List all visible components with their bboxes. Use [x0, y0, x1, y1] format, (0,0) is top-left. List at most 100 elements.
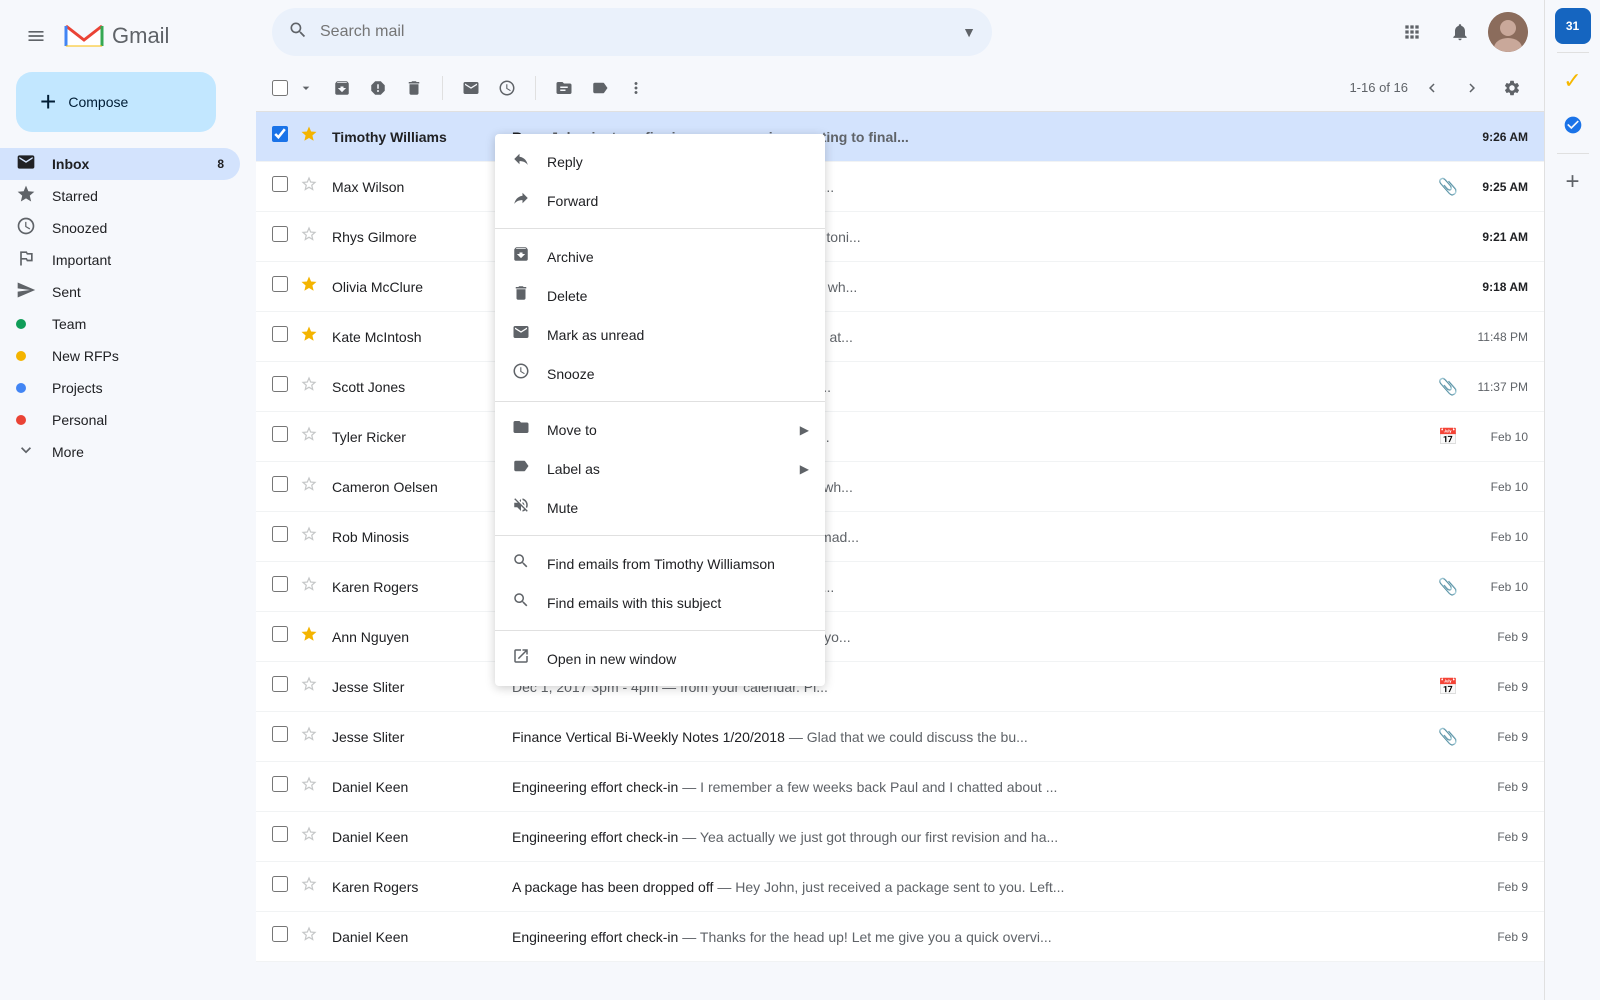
- email-star[interactable]: [300, 375, 324, 398]
- email-checkbox[interactable]: [272, 226, 288, 242]
- sidebar-item-projects[interactable]: Projects: [0, 372, 240, 404]
- sidebar-item-important[interactable]: Important: [0, 244, 240, 276]
- email-star[interactable]: [300, 125, 324, 148]
- email-row[interactable]: Cameron Oelsen available I slotted some …: [256, 462, 1544, 512]
- contacts-panel-button[interactable]: [1553, 105, 1593, 145]
- context-menu-snooze[interactable]: Snooze: [495, 354, 825, 393]
- avatar[interactable]: [1488, 12, 1528, 52]
- email-star[interactable]: [300, 775, 324, 798]
- context-menu-find-subject[interactable]: Find emails with this subject: [495, 583, 825, 622]
- email-star[interactable]: [300, 225, 324, 248]
- email-star[interactable]: [300, 825, 324, 848]
- context-menu-open-window[interactable]: Open in new window: [495, 639, 825, 678]
- email-row[interactable]: Timothy Williams Re: e John, just confir…: [256, 112, 1544, 162]
- label-toolbar-button[interactable]: [584, 72, 616, 104]
- search-bar[interactable]: ▼: [272, 8, 992, 56]
- move-to-toolbar-button[interactable]: [548, 72, 580, 104]
- email-row[interactable]: Daniel Keen Engineering effort check-in …: [256, 912, 1544, 962]
- sidebar-item-sent[interactable]: Sent: [0, 276, 240, 308]
- context-menu-delete[interactable]: Delete: [495, 276, 825, 315]
- email-checkbox[interactable]: [272, 526, 288, 542]
- context-menu-archive[interactable]: Archive: [495, 237, 825, 276]
- email-row[interactable]: Jesse Sliter Dec 1, 2017 3pm - 4pm — fro…: [256, 662, 1544, 712]
- email-row[interactable]: Karen Rogers A package has been dropped …: [256, 862, 1544, 912]
- mark-unread-toolbar-button[interactable]: [455, 72, 487, 104]
- email-checkbox[interactable]: [272, 276, 288, 292]
- context-menu-forward[interactable]: Forward: [495, 181, 825, 220]
- search-dropdown-icon[interactable]: ▼: [962, 24, 976, 40]
- reply-icon: [511, 150, 531, 173]
- email-checkbox[interactable]: [272, 376, 288, 392]
- prev-page-button[interactable]: [1416, 72, 1448, 104]
- email-checkbox[interactable]: [272, 626, 288, 642]
- select-all-checkbox[interactable]: [272, 80, 288, 96]
- sidebar-item-personal[interactable]: Personal: [0, 404, 240, 436]
- email-star[interactable]: [300, 675, 324, 698]
- context-menu-mute[interactable]: Mute: [495, 488, 825, 527]
- tasks-panel-button[interactable]: ✓: [1553, 61, 1593, 101]
- email-star[interactable]: [300, 475, 324, 498]
- email-row[interactable]: Daniel Keen Engineering effort check-in …: [256, 812, 1544, 862]
- notifications-button[interactable]: [1440, 12, 1480, 52]
- email-checkbox[interactable]: [272, 876, 288, 892]
- email-checkbox[interactable]: [272, 726, 288, 742]
- search-input[interactable]: [320, 23, 962, 41]
- delete-toolbar-button[interactable]: [398, 72, 430, 104]
- sidebar-item-inbox[interactable]: Inbox 8: [0, 148, 240, 180]
- email-star[interactable]: [300, 875, 324, 898]
- email-star[interactable]: [300, 575, 324, 598]
- email-checkbox[interactable]: [272, 476, 288, 492]
- context-menu-mark-unread[interactable]: Mark as unread: [495, 315, 825, 354]
- email-row[interactable]: Tyler Ricker Feb 5, 2018 2:00pm - 3:00pm…: [256, 412, 1544, 462]
- email-checkbox[interactable]: [272, 826, 288, 842]
- email-checkbox[interactable]: [272, 176, 288, 192]
- add-panel-button[interactable]: +: [1553, 162, 1593, 202]
- email-star[interactable]: [300, 625, 324, 648]
- context-menu-find-from[interactable]: Find emails from Timothy Williamson: [495, 544, 825, 583]
- sidebar-item-more[interactable]: More: [0, 436, 240, 468]
- email-checkbox[interactable]: [272, 426, 288, 442]
- email-row[interactable]: Olivia McClure — Yeah I completely agree…: [256, 262, 1544, 312]
- email-star[interactable]: [300, 725, 324, 748]
- select-dropdown-button[interactable]: [290, 72, 322, 104]
- next-page-button[interactable]: [1456, 72, 1488, 104]
- email-row[interactable]: Jesse Sliter Finance Vertical Bi-Weekly …: [256, 712, 1544, 762]
- report-spam-button[interactable]: [362, 72, 394, 104]
- email-row[interactable]: Kate McIntosh der has been confirmed for…: [256, 312, 1544, 362]
- apps-grid-button[interactable]: [1392, 12, 1432, 52]
- email-row[interactable]: Daniel Keen Engineering effort check-in …: [256, 762, 1544, 812]
- email-checkbox[interactable]: [272, 776, 288, 792]
- email-row[interactable]: Scott Jones s — Our budget last year for…: [256, 362, 1544, 412]
- sidebar-item-team[interactable]: Team: [0, 308, 240, 340]
- email-row[interactable]: Max Wilson s — Hi John, can you please r…: [256, 162, 1544, 212]
- email-star[interactable]: [300, 925, 324, 948]
- email-checkbox[interactable]: [272, 576, 288, 592]
- settings-button[interactable]: [1496, 72, 1528, 104]
- context-menu-label-as[interactable]: Label as ▶: [495, 449, 825, 488]
- email-checkbox[interactable]: [272, 926, 288, 942]
- email-checkbox[interactable]: [272, 676, 288, 692]
- email-row[interactable]: Ann Nguyen te across Horizontals, Vertic…: [256, 612, 1544, 662]
- email-row[interactable]: Rob Minosis e proposal — Take a look ove…: [256, 512, 1544, 562]
- email-star[interactable]: [300, 325, 324, 348]
- email-star[interactable]: [300, 425, 324, 448]
- archive-toolbar-button[interactable]: [326, 72, 358, 104]
- calendar-icon: 📅: [1438, 427, 1458, 447]
- email-star[interactable]: [300, 525, 324, 548]
- email-star[interactable]: [300, 275, 324, 298]
- email-row[interactable]: Rhys Gilmore — Sounds like a plan. I sho…: [256, 212, 1544, 262]
- sidebar-item-snoozed[interactable]: Snoozed: [0, 212, 240, 244]
- context-menu-reply[interactable]: Reply: [495, 142, 825, 181]
- email-checkbox[interactable]: [272, 326, 288, 342]
- snooze-toolbar-button[interactable]: [491, 72, 523, 104]
- hamburger-menu-button[interactable]: [16, 16, 56, 56]
- sidebar-item-starred[interactable]: Starred: [0, 180, 240, 212]
- email-star[interactable]: [300, 175, 324, 198]
- context-menu-move-to[interactable]: Move to ▶: [495, 410, 825, 449]
- more-toolbar-button[interactable]: [620, 72, 652, 104]
- email-row[interactable]: Karen Rogers s year — Glad that we got t…: [256, 562, 1544, 612]
- sidebar-item-new-rfps[interactable]: New RFPs: [0, 340, 240, 372]
- compose-button[interactable]: + Compose: [16, 72, 216, 132]
- email-checkbox[interactable]: [272, 126, 288, 142]
- calendar-panel-button[interactable]: 31: [1555, 8, 1591, 44]
